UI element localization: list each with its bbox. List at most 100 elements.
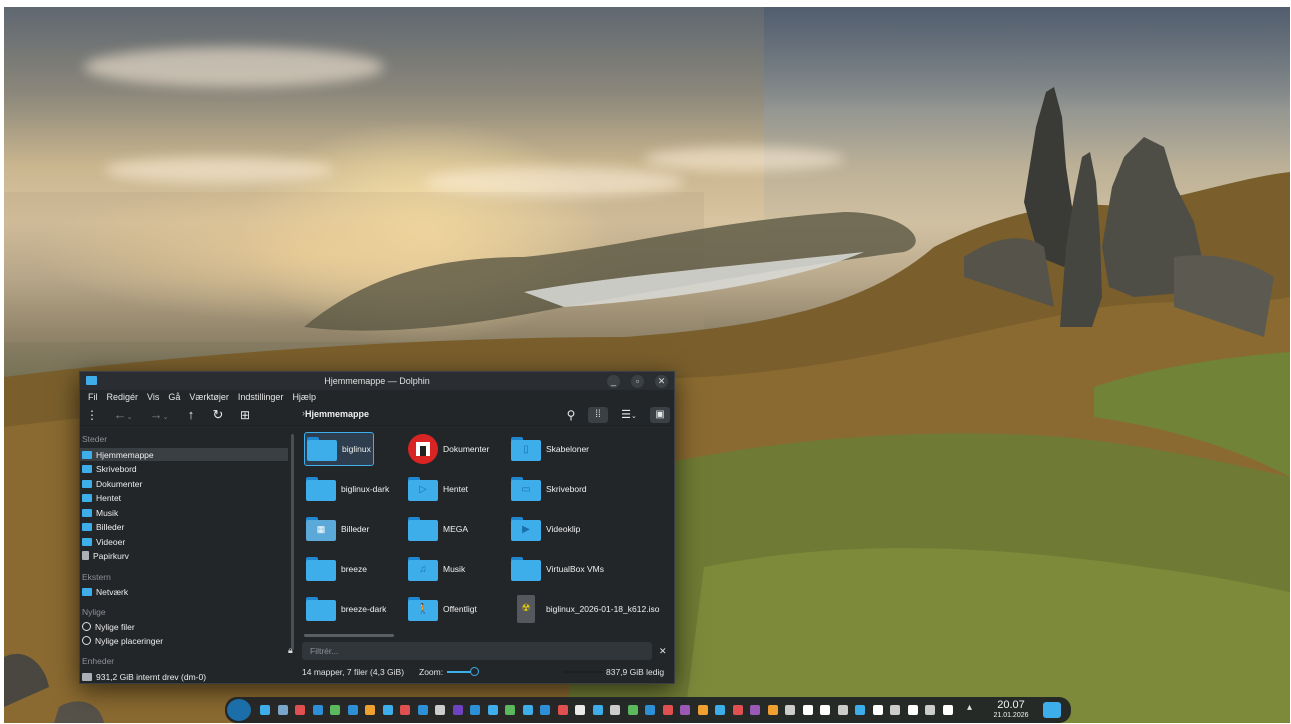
new-window-icon[interactable]: ⊞	[237, 407, 253, 423]
place-internal-drive[interactable]: 931,2 GiB internt drev (dm-0)	[80, 670, 288, 683]
files-scrollbar[interactable]	[304, 634, 394, 637]
file-item[interactable]: ♫ Musik	[408, 552, 465, 586]
menu-rediger[interactable]: Redigér	[103, 390, 144, 404]
zoom-slider-handle[interactable]	[470, 667, 479, 676]
taskbar-app-icon[interactable]	[767, 705, 778, 715]
icon-view-icon[interactable]: ⁞⁞	[588, 407, 608, 423]
file-item[interactable]: ▦ Billeder	[306, 512, 369, 546]
place-papirkurv[interactable]: Papirkurv	[80, 549, 288, 562]
taskbar-app-icon[interactable]	[802, 705, 813, 715]
file-item[interactable]: breeze-dark	[306, 592, 386, 626]
place-netvaerk[interactable]: Netværk	[80, 585, 288, 598]
minimize-button[interactable]: _	[607, 375, 620, 388]
file-item[interactable]: ▯ Skabeloner	[511, 432, 589, 466]
taskbar-app-icon[interactable]	[680, 705, 690, 715]
preview-icon[interactable]: ▣	[650, 407, 670, 423]
file-item[interactable]: MEGA	[408, 512, 468, 546]
filter-input[interactable]: Filtrér...	[310, 646, 338, 656]
taskbar-app-icon[interactable]	[820, 705, 830, 715]
maximize-button[interactable]: ▫	[631, 375, 644, 388]
taskbar-app-icon[interactable]	[592, 705, 603, 715]
menu-fil[interactable]: Fil	[84, 390, 103, 404]
file-item[interactable]: 🚶 Offentligt	[408, 592, 477, 626]
taskbar-app-icon[interactable]	[855, 705, 865, 715]
breadcrumb-hjemmemappe[interactable]: Hjemmemappe	[305, 409, 369, 419]
reload-icon[interactable]: ↻	[211, 407, 225, 423]
place-hentet[interactable]: Hentet	[80, 491, 288, 504]
file-item[interactable]: ☢ biglinux_2026-01-18_k612.iso	[511, 592, 659, 626]
taskbar-app-icon[interactable]	[295, 705, 305, 715]
close-button[interactable]: ✕	[655, 375, 668, 388]
taskbar-app-icon[interactable]	[890, 705, 900, 715]
taskbar-app-icon[interactable]	[942, 705, 953, 715]
taskbar-app-icon[interactable]	[452, 705, 463, 715]
taskbar-app-icon[interactable]	[645, 705, 655, 715]
taskbar-app-icon[interactable]	[260, 705, 270, 715]
place-videoer[interactable]: Videoer	[80, 535, 288, 548]
taskbar-app-icon[interactable]	[697, 705, 708, 715]
clock[interactable]: 20.07 21.01.2026	[987, 699, 1035, 720]
taskbar-app-icon[interactable]	[312, 705, 323, 715]
file-item[interactable]: VirtualBox VMs	[511, 552, 604, 586]
taskbar-app-icon[interactable]	[382, 705, 393, 715]
taskbar-app-icon[interactable]	[365, 705, 375, 715]
taskbar-app-icon[interactable]	[837, 705, 848, 715]
lock-icon[interactable]: 🔒︎	[288, 645, 293, 656]
file-item[interactable]: ▶ Videoklip	[511, 512, 580, 546]
taskbar-app-icon[interactable]	[750, 705, 760, 715]
details-view-icon[interactable]: ☰⌄	[616, 407, 642, 423]
menu-vis[interactable]: Vis	[143, 390, 164, 404]
menu-hjaelp[interactable]: Hjælp	[288, 390, 321, 404]
taskbar-app-icon[interactable]	[575, 705, 585, 715]
file-item[interactable]: biglinux	[304, 432, 374, 466]
taskbar-app-icon[interactable]	[435, 705, 445, 715]
window-titlebar[interactable]: Hjemmemappe — Dolphin _ ▫ ✕	[80, 372, 674, 390]
taskbar-app-icon[interactable]	[347, 705, 358, 715]
file-item[interactable]: ▷ Hentet	[408, 472, 468, 506]
menu-indstillinger[interactable]: Indstillinger	[234, 390, 289, 404]
filter-bar[interactable]: 🔒︎ Filtrér...	[288, 642, 652, 660]
app-launcher-button[interactable]	[227, 699, 251, 721]
taskbar-app-icon[interactable]	[662, 705, 673, 715]
place-musik[interactable]: Musik	[80, 506, 288, 519]
file-item[interactable]: breeze	[306, 552, 367, 586]
taskbar-app-icon[interactable]	[785, 705, 795, 715]
place-skrivebord[interactable]: Skrivebord	[80, 462, 288, 475]
show-desktop-button[interactable]	[1043, 702, 1061, 718]
taskbar-app-icon[interactable]	[487, 705, 498, 715]
filter-close-icon[interactable]: ✕	[659, 646, 667, 657]
taskbar-app-icon[interactable]	[715, 705, 725, 715]
taskbar-app-icon[interactable]	[522, 705, 533, 715]
file-item[interactable]: Dokumenter	[408, 432, 489, 466]
taskbar-app-icon[interactable]	[732, 705, 743, 715]
taskbar-app-icon[interactable]	[330, 705, 340, 715]
back-icon[interactable]: ←⌄	[112, 407, 134, 423]
taskbar-app-icon[interactable]	[907, 705, 918, 715]
taskbar-app-icon[interactable]	[925, 705, 935, 715]
search-icon[interactable]: ⚲	[564, 407, 578, 423]
taskbar-app-icon[interactable]	[610, 705, 620, 715]
forward-icon[interactable]: →⌄	[148, 407, 170, 423]
menu-icon[interactable]: ⋮	[86, 407, 98, 423]
taskbar-app-icon[interactable]	[505, 705, 515, 715]
places-scrollbar[interactable]	[291, 434, 294, 650]
place-billeder[interactable]: Billeder	[80, 520, 288, 533]
up-icon[interactable]: ↑	[184, 407, 198, 423]
place-nylige-filer[interactable]: Nylige filer	[80, 620, 288, 633]
file-item[interactable]: biglinux-dark	[306, 472, 389, 506]
place-hjemmemappe[interactable]: Hjemmemappe	[80, 448, 288, 461]
place-dokumenter[interactable]: Dokumenter	[80, 477, 288, 490]
taskbar-app-icon[interactable]	[400, 705, 410, 715]
place-nylige-placeringer[interactable]: Nylige placeringer	[80, 634, 288, 647]
tray-expand-icon[interactable]: ▴	[967, 702, 972, 713]
file-item[interactable]: ▭ Skrivebord	[511, 472, 587, 506]
taskbar-app-icon[interactable]	[277, 705, 288, 715]
menu-ga[interactable]: Gå	[164, 390, 185, 404]
taskbar-app-icon[interactable]	[627, 705, 638, 715]
taskbar-app-icon[interactable]	[470, 705, 480, 715]
taskbar-app-icon[interactable]	[540, 705, 550, 715]
taskbar-app-icon[interactable]	[872, 705, 883, 715]
taskbar-app-icon[interactable]	[417, 705, 428, 715]
taskbar-app-icon[interactable]	[557, 705, 568, 715]
menu-vaerktojer[interactable]: Værktøjer	[185, 390, 234, 404]
